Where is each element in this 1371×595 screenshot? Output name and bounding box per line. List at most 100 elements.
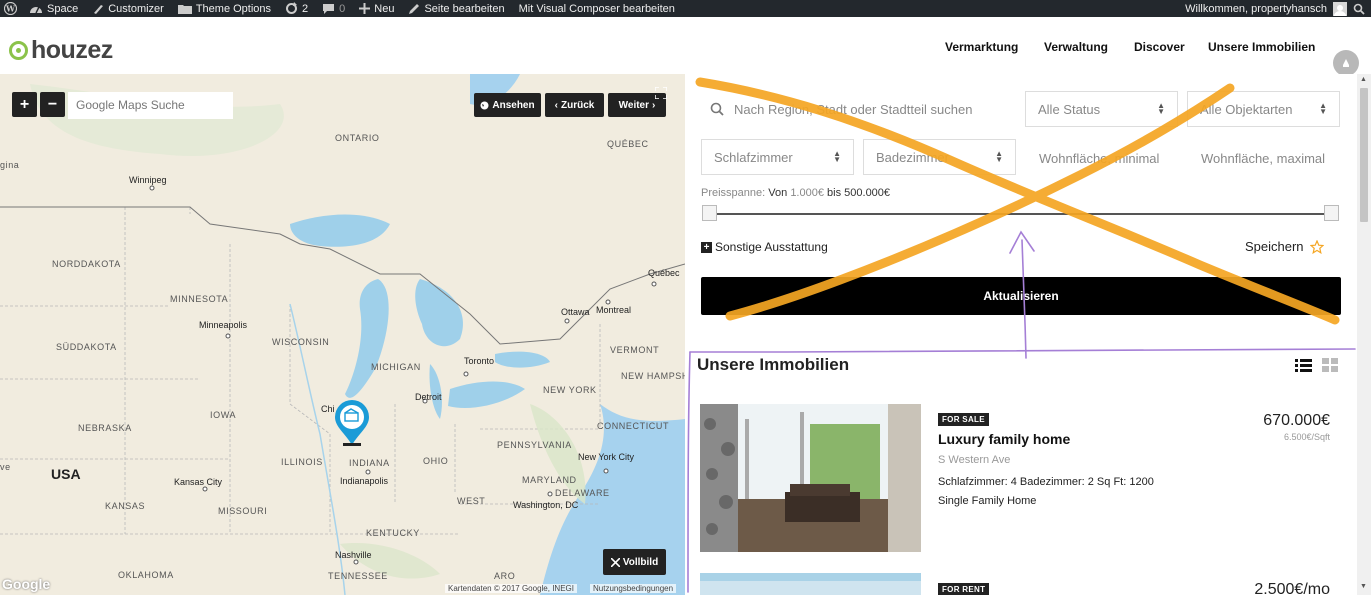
property-address: S Western Ave xyxy=(938,454,1011,466)
adminbar-edit-page[interactable]: Seite bearbeiten xyxy=(408,3,505,15)
property-photo[interactable] xyxy=(700,573,921,595)
list-item[interactable]: FOR SALE Luxury family home S Western Av… xyxy=(700,404,1340,554)
pencil-icon xyxy=(409,3,420,14)
sort-caret-icon: ▲ ▼ xyxy=(833,149,841,164)
price-slider-track[interactable] xyxy=(705,213,1335,215)
list-view-icon[interactable] xyxy=(1295,358,1312,372)
price-max: 500.000€ xyxy=(844,187,891,199)
map-search-input[interactable]: Google Maps Suche xyxy=(68,92,233,119)
type-select-value: Alle Objektarten xyxy=(1200,101,1293,117)
map-city-indianapolis: Indianapolis xyxy=(340,476,389,486)
wordpress-icon[interactable]: W xyxy=(4,2,17,15)
map-label-kansas: KANSAS xyxy=(105,501,146,511)
map-label-ohio: OHIO xyxy=(423,456,449,466)
map-city-detroit: Detroit xyxy=(415,392,442,402)
adminbar-new[interactable]: Neu xyxy=(359,3,394,15)
refresh-icon xyxy=(286,2,298,14)
more-features-toggle[interactable]: + Sonstige Ausstattung xyxy=(701,240,828,254)
price-slider-min-handle[interactable] xyxy=(702,205,717,221)
adminbar-comments[interactable]: 0 xyxy=(322,3,345,15)
property-marker[interactable] xyxy=(333,399,371,452)
adminbar-customizer[interactable]: Customizer xyxy=(92,3,164,15)
user-menu-button[interactable] xyxy=(1333,50,1359,76)
price-slider-max-handle[interactable] xyxy=(1324,205,1339,221)
adminbar-welcome[interactable]: Willkommen, propertyhansch xyxy=(1185,3,1327,15)
map-label-maryland: MARYLAND xyxy=(522,475,577,485)
map-label-michigan: MICHIGAN xyxy=(371,362,421,372)
status-select-value: Alle Status xyxy=(1038,101,1101,117)
adminbar-comments-count: 0 xyxy=(339,2,346,15)
chevron-right-icon: › xyxy=(652,99,656,111)
map-label-west: WEST xyxy=(457,496,486,506)
map-label-aro: ARO xyxy=(494,571,516,581)
search-icon[interactable] xyxy=(1353,3,1365,15)
map-view[interactable]: ONTARIO QUÉBEC NORDDAKOTA MINNESOTA SÜDD… xyxy=(0,74,685,595)
map-view-button[interactable]: Ansehen xyxy=(474,93,541,117)
map-label-new-york: NEW YORK xyxy=(543,385,597,395)
sort-caret-icon: ▲ ▼ xyxy=(995,149,1003,164)
map-fullscreen-button[interactable]: Vollbild xyxy=(603,549,666,575)
comment-icon xyxy=(323,3,335,14)
chevron-left-icon: ‹ xyxy=(554,99,558,111)
adminbar-visual-composer-label: Mit Visual Composer bearbeiten xyxy=(518,2,675,15)
map-label-delaware: DELAWARE xyxy=(555,488,610,498)
map-city-nashville: Nashville xyxy=(335,550,372,560)
scroll-up-icon[interactable]: ▲ xyxy=(1360,76,1367,83)
adminbar-space[interactable]: Space xyxy=(29,3,78,15)
scroll-down-icon[interactable]: ▼ xyxy=(1360,583,1367,590)
map-city-new-york: New York City xyxy=(578,452,635,462)
map-label-illinois: ILLINOIS xyxy=(281,457,323,467)
adminbar-theme-options[interactable]: Theme Options xyxy=(177,3,271,15)
search-icon xyxy=(710,102,724,116)
avatar[interactable] xyxy=(1333,1,1347,16)
price-min: 1.000€ xyxy=(790,187,824,199)
property-price: 2.500€/mo xyxy=(1254,581,1330,595)
plus-icon: + xyxy=(701,241,712,253)
expand-icon[interactable] xyxy=(655,87,667,99)
globe-icon xyxy=(480,101,489,109)
site-logo[interactable]: houzez xyxy=(9,38,113,63)
zoom-in-button[interactable]: + xyxy=(12,92,37,117)
user-icon xyxy=(1343,59,1349,67)
map-label-ve: ve xyxy=(0,462,11,472)
map-view-label: Ansehen xyxy=(492,99,535,111)
list-item[interactable]: FOR RENT 2.500€/mo xyxy=(700,573,1340,595)
property-title[interactable]: Luxury family home xyxy=(938,431,1070,447)
page-scrollbar[interactable]: ▲ ▼ xyxy=(1357,74,1371,595)
map-label-wisconsin: WISCONSIN xyxy=(272,337,330,347)
property-photo[interactable] xyxy=(700,404,921,552)
logo-text: houzez xyxy=(31,36,113,64)
map-label-kentucky: KENTUCKY xyxy=(366,528,420,538)
map-label-gina: gina xyxy=(0,160,20,170)
scrollbar-thumb[interactable] xyxy=(1360,88,1368,222)
update-button[interactable]: Aktualisieren xyxy=(701,277,1341,315)
bathrooms-select[interactable]: Badezimmer ▲ ▼ xyxy=(863,139,1016,175)
map-label-quebec: QUÉBEC xyxy=(607,139,649,149)
more-features-label: Sonstige Ausstattung xyxy=(715,240,828,254)
status-select[interactable]: Alle Status ▲ ▼ xyxy=(1025,91,1178,127)
map-canvas xyxy=(0,74,685,595)
save-search-button[interactable]: Speichern xyxy=(1245,239,1324,254)
area-max-input[interactable]: Wohnfläche, maximal xyxy=(1201,151,1325,166)
bedrooms-select[interactable]: Schlafzimmer ▲ ▼ xyxy=(701,139,854,175)
map-terms-link[interactable]: Nutzungsbedingungen xyxy=(590,584,677,593)
user-icon xyxy=(1334,4,1346,16)
map-back-button[interactable]: ‹ Zurück xyxy=(545,93,604,117)
zoom-out-button[interactable]: − xyxy=(40,92,65,117)
grid-view-icon[interactable] xyxy=(1322,358,1338,372)
map-city-montreal: Montreal xyxy=(596,305,632,315)
adminbar-visual-composer[interactable]: Mit Visual Composer bearbeiten xyxy=(519,3,675,15)
location-search-input[interactable]: Nach Region, Stadt oder Stadtteil suchen xyxy=(701,91,1023,127)
map-city-washington: Washington, DC xyxy=(513,500,579,510)
adminbar-updates-count: 2 xyxy=(302,2,309,15)
adminbar-space-label: Space xyxy=(47,2,79,15)
adminbar-updates[interactable]: 2 xyxy=(285,2,308,15)
map-label-vermont: VERMONT xyxy=(610,345,660,355)
dashboard-icon xyxy=(30,6,42,14)
type-select[interactable]: Alle Objektarten ▲ ▼ xyxy=(1187,91,1340,127)
area-min-input[interactable]: Wohnfläche, minimal xyxy=(1039,151,1159,166)
site-header: houzez Vermarktung Verwaltung Discover U… xyxy=(0,21,1371,73)
svg-text:W: W xyxy=(5,4,16,14)
search-panel: Nach Region, Stadt oder Stadtteil suchen… xyxy=(685,74,1357,595)
map-label-oklahoma: OKLAHOMA xyxy=(118,570,174,580)
